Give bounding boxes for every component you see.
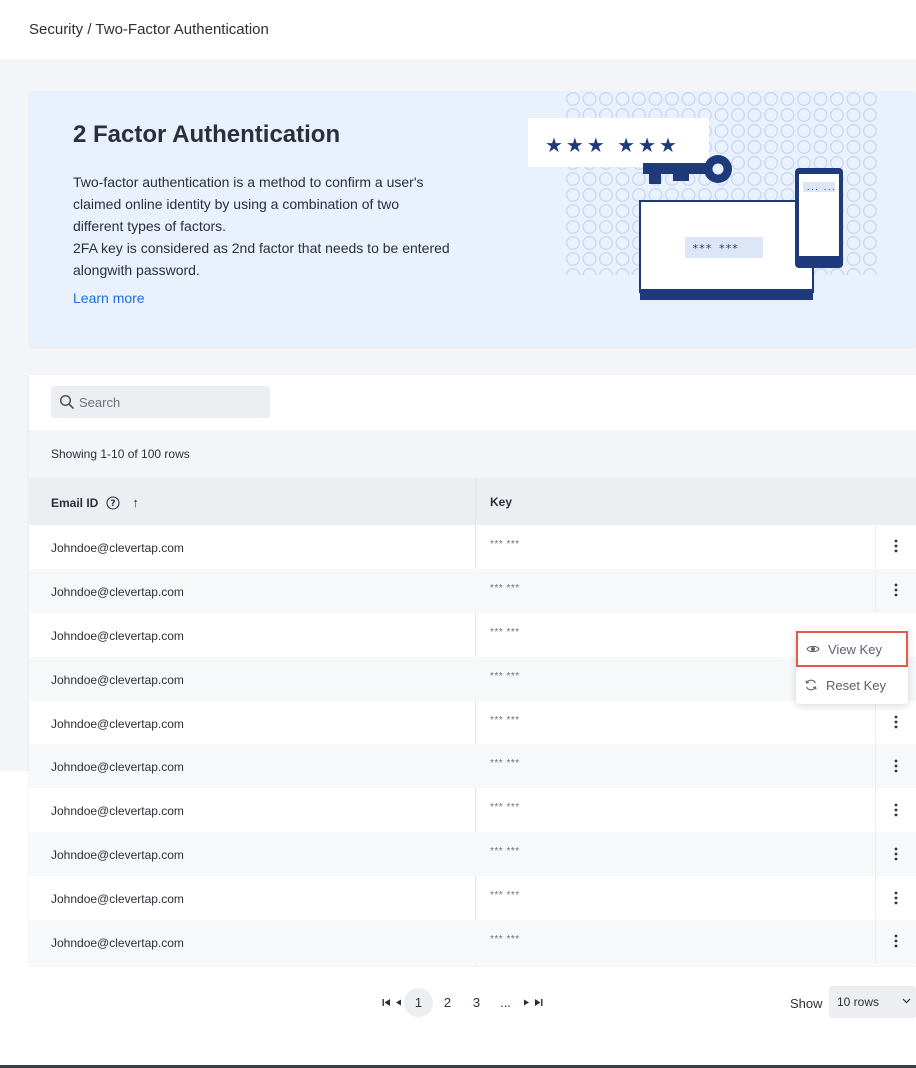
cell-email: Johndoe@clevertap.com xyxy=(51,936,184,951)
row-actions-button[interactable] xyxy=(875,700,916,744)
table-row: Johndoe@clevertap.com *** *** xyxy=(29,920,916,964)
search-input[interactable] xyxy=(79,386,264,418)
first-page-icon xyxy=(382,999,390,1006)
table-row: Johndoe@clevertap.com *** *** xyxy=(29,876,916,920)
reset-key-label: Reset Key xyxy=(826,677,886,693)
page-button-3[interactable]: 3 xyxy=(462,988,491,1017)
phone-dots-text: ... ... xyxy=(806,184,836,192)
cell-key: *** *** xyxy=(490,758,520,770)
column-header-email[interactable]: Email ID ? ↑ xyxy=(51,495,139,510)
kebab-menu-icon xyxy=(894,759,898,773)
cell-key: *** *** xyxy=(490,802,520,814)
reset-key-menu-item[interactable]: Reset Key xyxy=(796,667,908,703)
row-actions-button[interactable] xyxy=(875,525,916,568)
cell-key: *** *** xyxy=(490,582,520,594)
kebab-menu-icon xyxy=(894,847,898,861)
cell-email: Johndoe@clevertap.com xyxy=(51,848,184,863)
next-page-button[interactable] xyxy=(520,988,532,1017)
table-row: Johndoe@clevertap.com *** *** xyxy=(29,700,916,745)
page-size-select[interactable]: 10 rows xyxy=(829,986,916,1018)
table-row: Johndoe@clevertap.com *** *** xyxy=(29,613,916,657)
table-row: Johndoe@clevertap.com *** *** xyxy=(29,744,916,789)
laptop-password-text: *** *** xyxy=(692,242,738,255)
refresh-icon xyxy=(805,679,817,691)
table-row: Johndoe@clevertap.com *** *** xyxy=(29,568,916,613)
table-row: Johndoe@clevertap.com *** *** xyxy=(29,788,916,832)
row-actions-button[interactable] xyxy=(875,744,916,788)
table-row: Johndoe@clevertap.com *** *** xyxy=(29,525,916,569)
cell-key: *** *** xyxy=(490,890,520,902)
table-header: Email ID ? ↑ Key xyxy=(29,478,916,525)
cell-key: *** *** xyxy=(490,934,520,946)
hero-description-line: Two-factor authentication is a method to… xyxy=(73,174,424,234)
kebab-menu-icon xyxy=(894,715,898,729)
page-button-2[interactable]: 2 xyxy=(433,988,462,1017)
kebab-menu-icon xyxy=(894,540,898,553)
learn-more-link[interactable]: Learn more xyxy=(73,290,145,306)
cell-email: Johndoe@clevertap.com xyxy=(51,892,184,907)
prev-page-icon xyxy=(395,999,401,1006)
table-row: Johndoe@clevertap.com *** *** xyxy=(29,832,916,877)
row-actions-button[interactable] xyxy=(875,788,916,832)
row-actions-button[interactable] xyxy=(875,876,916,920)
hero-card: 2 Factor Authentication Two-factor authe… xyxy=(29,91,916,347)
cell-key: *** *** xyxy=(490,714,520,726)
cell-email: Johndoe@clevertap.com xyxy=(51,716,184,731)
eye-icon xyxy=(806,645,820,653)
row-actions-menu: View Key Reset Key xyxy=(796,629,908,704)
column-header-key: Key xyxy=(490,495,513,509)
kebab-menu-icon xyxy=(894,891,898,904)
kebab-menu-icon xyxy=(894,583,898,597)
kebab-menu-icon xyxy=(894,803,898,817)
breadcrumb: Security / Two-Factor Authentication xyxy=(29,21,269,38)
hero-description: Two-factor authentication is a method to… xyxy=(73,171,453,281)
search-box[interactable] xyxy=(51,386,270,418)
hero-title: 2 Factor Authentication xyxy=(73,121,341,148)
cell-key: *** *** xyxy=(490,670,520,682)
row-actions-button[interactable] xyxy=(875,920,916,963)
hero-description-line: 2FA key is considered as 2nd factor that… xyxy=(73,240,450,278)
arrow-up-icon[interactable]: ↑ xyxy=(132,495,139,510)
cell-email: Johndoe@clevertap.com xyxy=(51,541,184,555)
first-page-button[interactable] xyxy=(380,988,392,1017)
page-ellipsis[interactable]: ... xyxy=(491,988,520,1017)
page-size-value: 10 rows xyxy=(837,995,880,1009)
next-page-icon xyxy=(523,999,529,1006)
cell-email: Johndoe@clevertap.com xyxy=(51,628,184,643)
cell-key: *** *** xyxy=(490,539,520,550)
page-size-label: Show xyxy=(790,996,823,1011)
rows-info-text: Showing 1-10 of 100 rows xyxy=(51,447,190,461)
table-body: Johndoe@clevertap.com *** *** Johndoe@cl… xyxy=(29,525,916,964)
row-actions-button[interactable] xyxy=(875,568,916,612)
chevron-down-icon xyxy=(902,998,911,1004)
table-row: Johndoe@clevertap.com *** *** xyxy=(29,656,916,701)
cell-email: Johndoe@clevertap.com xyxy=(51,672,184,687)
cell-email: Johndoe@clevertap.com xyxy=(51,584,184,599)
users-table-card: Showing 1-10 of 100 rows Email ID ? ↑ Ke… xyxy=(29,375,916,965)
prev-page-button[interactable] xyxy=(392,988,404,1017)
help-circle-icon[interactable]: ? xyxy=(106,495,120,510)
row-actions-button[interactable] xyxy=(875,832,916,876)
top-bar: Security / Two-Factor Authentication xyxy=(0,0,916,61)
page-button-1[interactable]: 1 xyxy=(404,988,433,1017)
search-icon xyxy=(59,394,74,409)
column-header-email-label: Email ID xyxy=(51,495,99,510)
cell-key: *** *** xyxy=(490,626,520,638)
cell-email: Johndoe@clevertap.com xyxy=(51,760,184,775)
stars-text: ★★★ ★★★ xyxy=(545,133,680,157)
cell-key: *** *** xyxy=(490,846,520,858)
two-factor-illustration: ★★★ ★★★ *** *** ... ... xyxy=(528,91,879,300)
cell-email: Johndoe@clevertap.com xyxy=(51,804,184,819)
last-page-button[interactable] xyxy=(532,988,544,1017)
kebab-menu-icon xyxy=(894,935,898,948)
view-key-menu-item[interactable]: View Key xyxy=(796,631,908,667)
pagination: 1 2 3 ... xyxy=(380,988,544,1017)
svg-text:?: ? xyxy=(111,499,116,509)
view-key-label: View Key xyxy=(828,641,882,657)
last-page-icon xyxy=(534,999,542,1006)
rows-info-band: Showing 1-10 of 100 rows xyxy=(29,430,916,478)
